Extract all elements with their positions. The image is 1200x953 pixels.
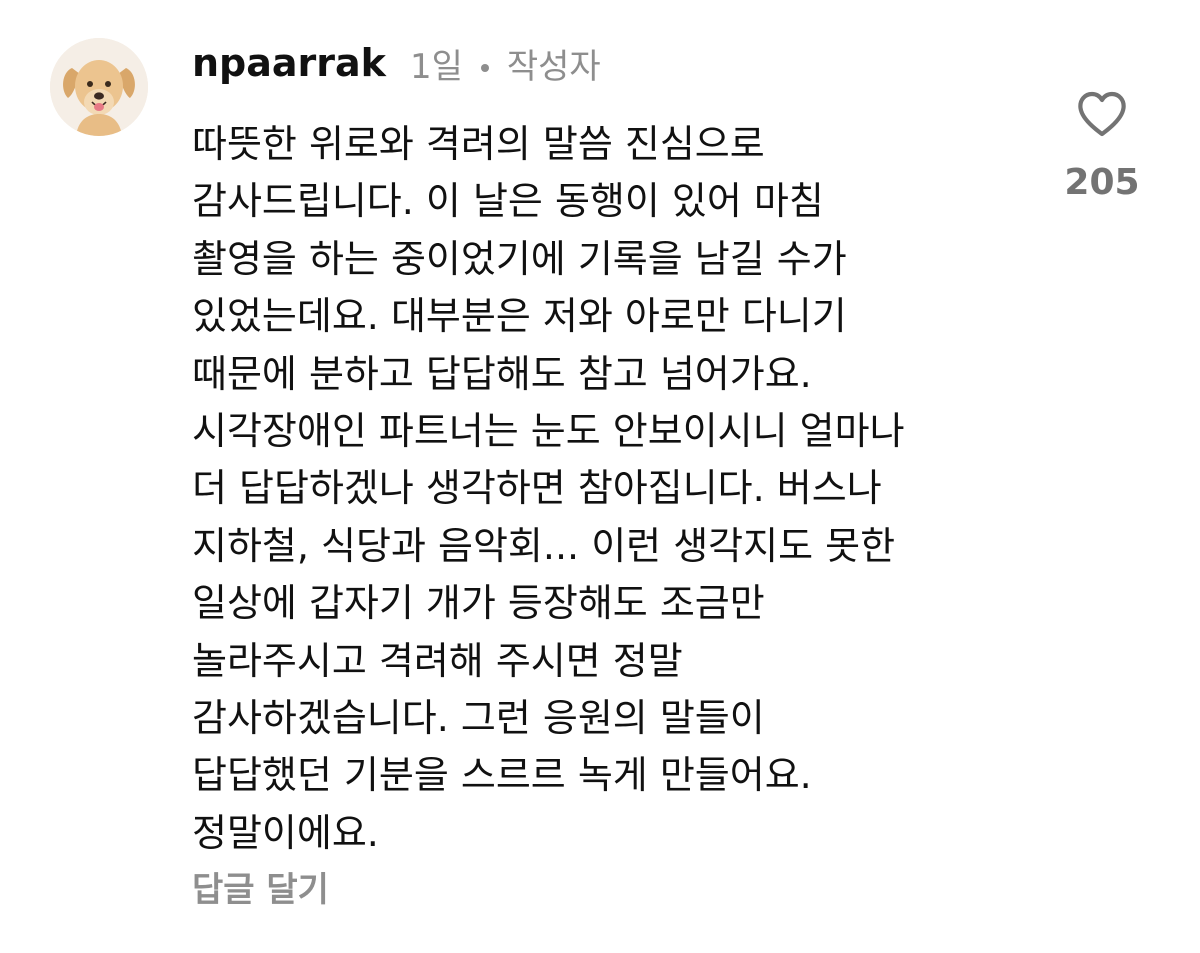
comment-line: 더 답답하겠나 생각하면 참아집니다. 버스나 [192, 466, 882, 511]
comment-header: npaarrak 1일 작성자 [192, 38, 601, 88]
comment-line: 때문에 분하고 답답해도 참고 넘어가요. [192, 351, 812, 396]
username[interactable]: npaarrak [192, 41, 386, 85]
reply-button[interactable]: 답글 달기 [192, 862, 329, 911]
author-badge: 작성자 [506, 46, 601, 87]
comment-line: 감사드립니다. 이 날은 동행이 있어 마침 [192, 179, 824, 224]
comment-line: 감사하겠습니다. 그런 응원의 말들이 [192, 696, 765, 741]
comment-body: 따뜻한 위로와 격려의 말씀 진심으로 감사드립니다. 이 날은 동행이 있어 … [192, 116, 1032, 862]
comment-line: 따뜻한 위로와 격려의 말씀 진심으로 [192, 122, 765, 166]
comment-line: 촬영을 하는 중이었기에 기록을 남길 수가 [192, 236, 847, 281]
comment-line: 시각장애인 파트너는 눈도 안보이시니 얼마나 [192, 409, 905, 454]
like-count: 205 [1064, 162, 1140, 203]
comment-line: 지하철, 식당과 음악회... 이런 생각지도 못한 [192, 523, 896, 568]
comment-line: 놀라주시고 격려해 주시면 정말 [192, 638, 683, 683]
comment-line: 있었는데요. 대부분은 저와 아로만 다니기 [192, 294, 847, 339]
separator-dot [480, 64, 489, 72]
avatar[interactable] [50, 38, 148, 136]
comment-line: 답답했던 기분을 스르르 녹게 만들어요. [192, 753, 812, 798]
like-area: 205 [1050, 86, 1154, 216]
timestamp: 1일 [409, 46, 463, 87]
comment: npaarrak 1일 작성자 따뜻한 위로와 격려의 말씀 진심으로 감사드립… [0, 0, 1200, 953]
heart-outline-icon[interactable] [1074, 86, 1130, 142]
comment-line: 일상에 갑자기 개가 등장해도 조금만 [192, 581, 765, 626]
dog-avatar-icon [50, 38, 148, 136]
comment-line: 정말이에요. [192, 810, 379, 855]
